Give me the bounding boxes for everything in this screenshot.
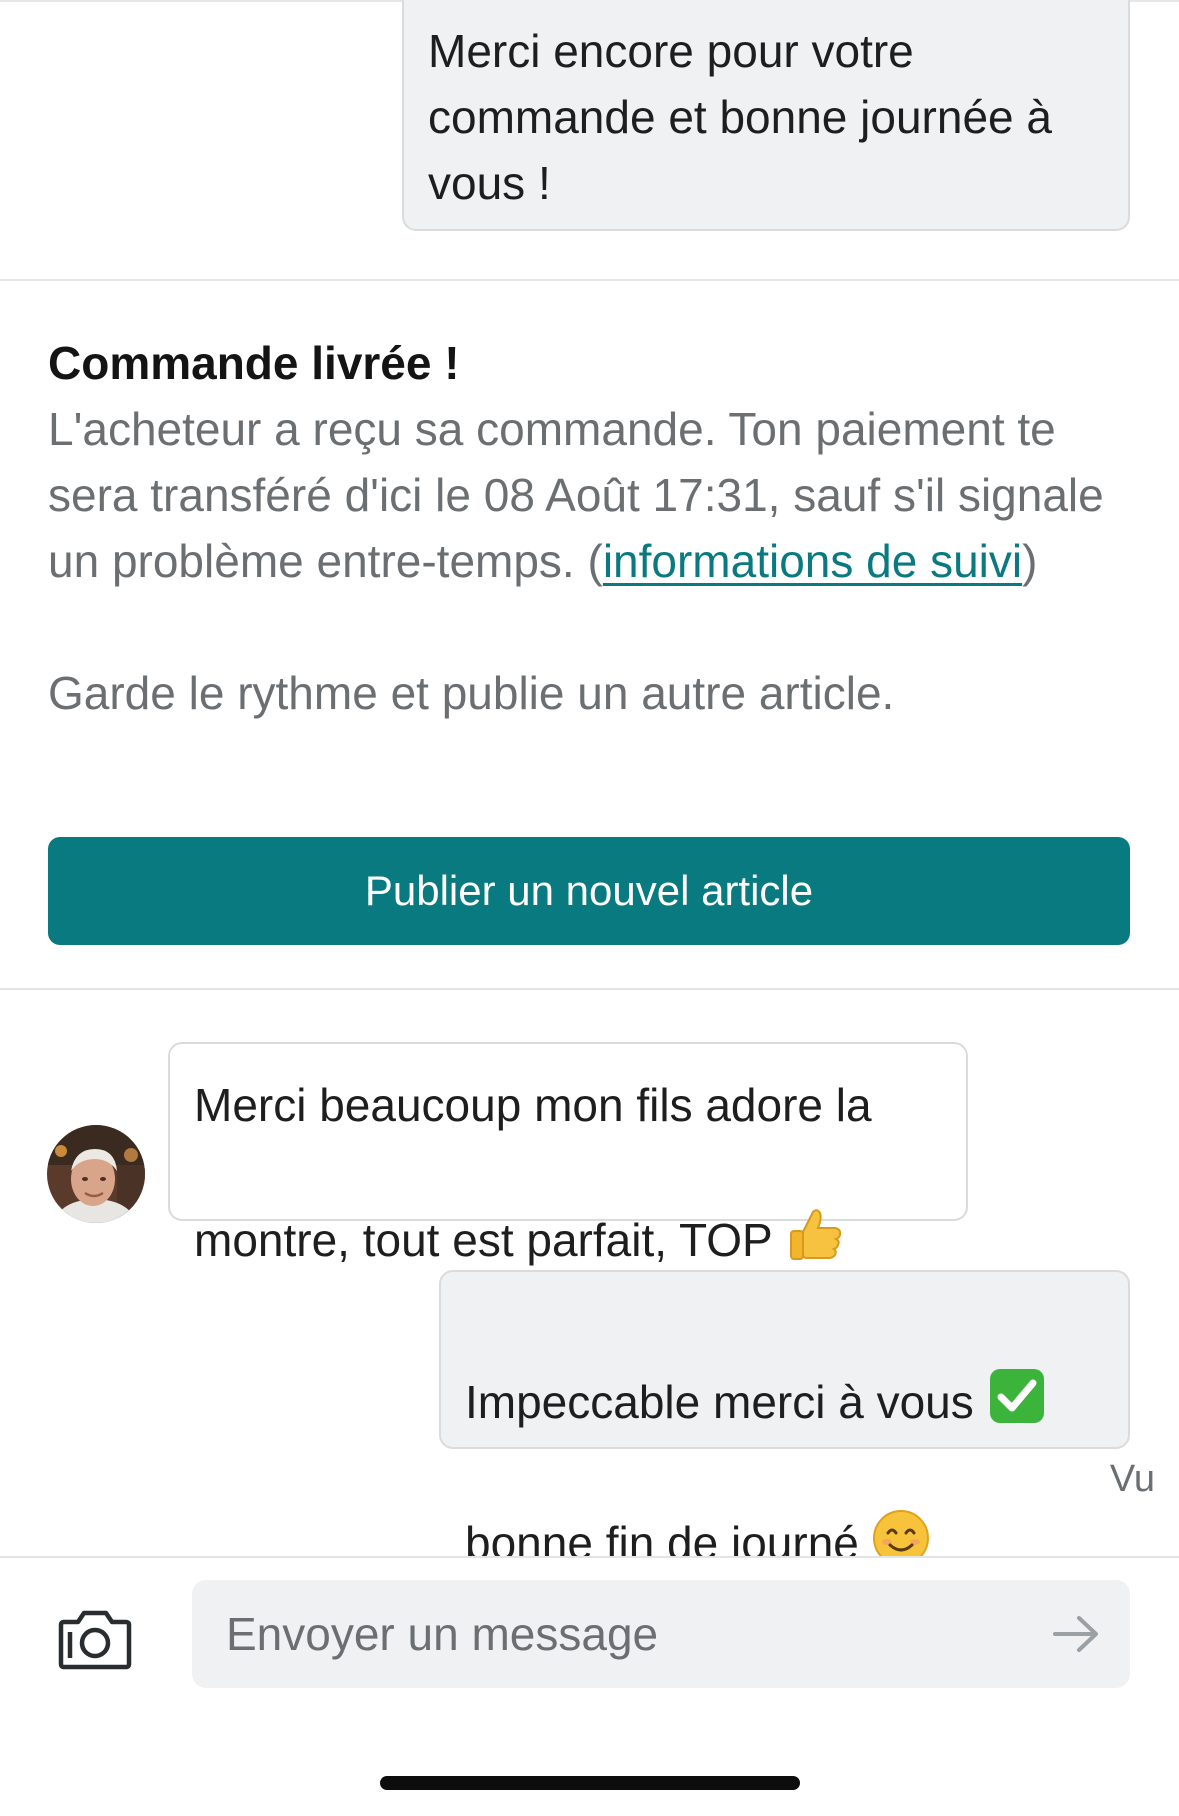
home-indicator[interactable] <box>380 1776 800 1790</box>
thumbs-up-icon <box>785 1138 845 1281</box>
order-delivered-notice: Commande livrée ! L'acheteur a reçu sa c… <box>48 330 1130 726</box>
notice-body: L'acheteur a reçu sa commande. Ton paiem… <box>48 396 1130 594</box>
arrow-right-icon[interactable] <box>1052 1614 1100 1654</box>
avatar-image <box>47 1125 145 1223</box>
tracking-info-link[interactable]: informations de suivi <box>603 535 1022 587</box>
outgoing-message-bubble: Impeccable merci à vous bonne fin de jou… <box>439 1270 1130 1569</box>
check-mark-button-icon <box>987 1300 1047 1443</box>
notice-cta-text: Garde le rythme et publie un autre artic… <box>48 667 895 719</box>
publish-button-label: Publier un nouvel article <box>364 867 814 914</box>
message-text: Merci encore pour votre commande et bonn… <box>428 25 1052 209</box>
message-text: Merci beaucoup mon fils adore la montre,… <box>194 1072 946 1281</box>
publish-new-article-button[interactable]: Publier un nouvel article <box>48 837 1130 945</box>
outgoing-message-bubble: Merci encore pour votre commande et bonn… <box>402 0 1130 231</box>
section-divider <box>0 988 1179 990</box>
camera-icon[interactable] <box>58 1608 132 1672</box>
section-divider <box>0 279 1179 281</box>
incoming-message-bubble: Merci beaucoup mon fils adore la montre,… <box>168 1042 968 1266</box>
message-input[interactable] <box>192 1580 1130 1688</box>
notice-title: Commande livrée ! <box>48 337 460 389</box>
notice-body-suffix: ) <box>1022 535 1038 587</box>
message-text: Impeccable merci à vous bonne fin de jou… <box>465 1300 1108 1584</box>
seen-status: Vu <box>1109 1458 1155 1500</box>
avatar[interactable] <box>47 1125 145 1223</box>
